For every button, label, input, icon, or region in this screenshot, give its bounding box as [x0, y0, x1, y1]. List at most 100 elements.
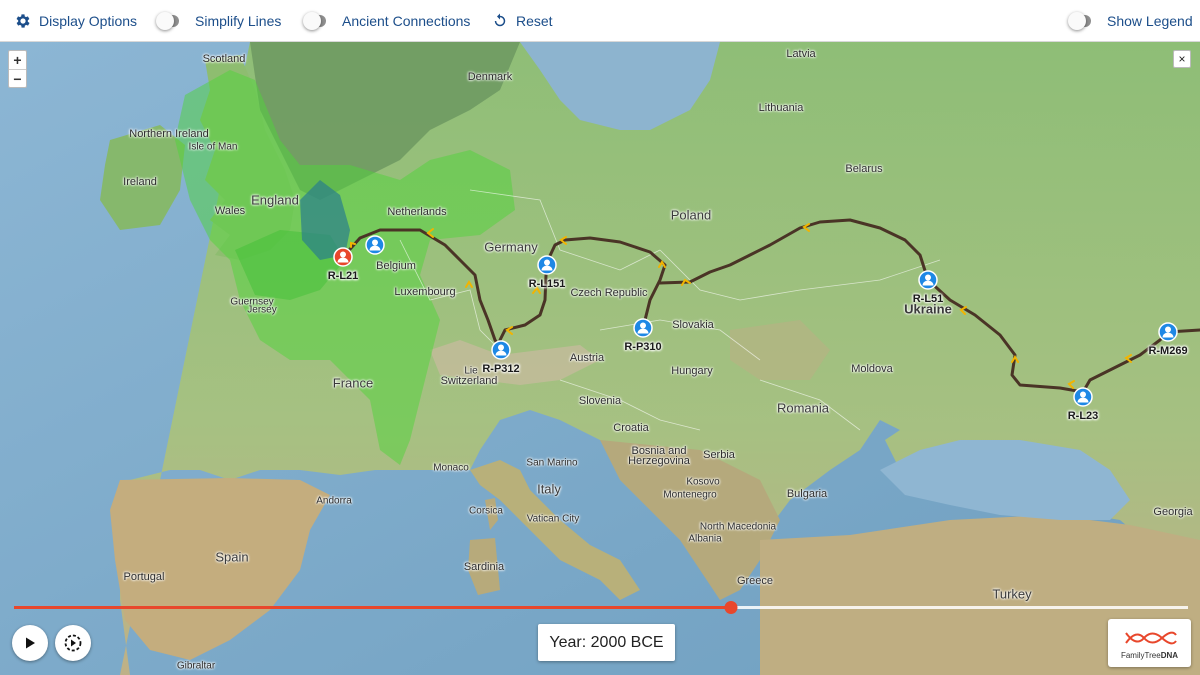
simplify-lines-toggle[interactable]: Simplify Lines [156, 0, 282, 42]
person-icon [1158, 322, 1178, 342]
play-icon [26, 637, 35, 649]
place-scotland: Scotland [202, 53, 246, 65]
marker-label-r-m269: R-M269 [1148, 345, 1188, 357]
marker-r-p312[interactable] [491, 340, 511, 360]
place-slovenia: Slovenia [578, 395, 622, 407]
place-wales: Wales [214, 205, 246, 217]
familytreedna-logo: FamilyTreeDNA [1108, 619, 1191, 667]
place-lithuania: Lithuania [758, 102, 804, 114]
display-options-label: Display Options [39, 13, 138, 29]
marker-r-l151[interactable] [537, 255, 557, 275]
show-legend-label: Show Legend [1107, 13, 1193, 29]
dna-logo-icon [1124, 631, 1177, 644]
reset-icon [494, 13, 506, 27]
place-jersey: Jersey [247, 304, 277, 316]
place-austria: Austria [569, 352, 605, 364]
logo-text-part1: FamilyTree [1120, 650, 1161, 660]
timeline-slider[interactable] [14, 601, 1188, 614]
map-canvas[interactable]: Scotland Denmark Latvia Lithuania Northe… [0, 42, 1200, 675]
logo-text: FamilyTreeDNA [1121, 651, 1178, 660]
place-san-marino: San Marino [526, 457, 578, 469]
toggle-knob [1068, 12, 1086, 30]
marker-label-r-l23: R-L23 [1067, 410, 1099, 422]
place-czech-republic: Czech Republic [570, 287, 648, 299]
ancient-connections-label: Ancient Connections [342, 13, 471, 29]
close-button[interactable]: × [1173, 50, 1191, 68]
place-greece: Greece [736, 575, 774, 587]
place-northern-ireland: Northern Ireland [129, 128, 209, 140]
display-options-button[interactable]: Display Options [14, 0, 137, 42]
person-icon [537, 255, 557, 275]
place-belgium: Belgium [376, 260, 416, 272]
gear-icon [16, 14, 30, 28]
place-slovakia: Slovakia [672, 319, 714, 331]
person-icon [333, 247, 353, 267]
person-icon [491, 340, 511, 360]
place-netherlands: Netherlands [387, 206, 447, 218]
place-moldova: Moldova [851, 363, 893, 375]
toggle-knob [303, 12, 321, 30]
place-poland: Poland [670, 207, 712, 223]
marker-r-l23[interactable] [1073, 387, 1093, 407]
place-germany: Germany [484, 239, 538, 255]
place-latvia: Latvia [786, 48, 816, 60]
marker-r-l21[interactable] [333, 247, 353, 267]
play-button[interactable] [12, 625, 48, 661]
person-icon [365, 235, 385, 255]
place-turkey: Turkey [992, 586, 1032, 602]
timeline-handle[interactable] [724, 601, 738, 614]
marker-label-r-p310: R-P310 [624, 341, 662, 353]
reset-button[interactable]: Reset [491, 0, 553, 42]
place-france: France [332, 375, 374, 391]
marker-r-p310[interactable] [633, 318, 653, 338]
place-georgia: Georgia [1153, 506, 1193, 518]
place-croatia: Croatia [613, 422, 649, 434]
place-kosovo: Kosovo [686, 476, 720, 488]
place-monaco: Monaco [433, 462, 469, 474]
year-display: Year: 2000 BCE [538, 624, 675, 661]
logo-text-part2: DNA [1160, 650, 1179, 660]
place-england: England [251, 192, 299, 208]
show-legend-toggle[interactable]: Show Legend [1068, 0, 1193, 42]
zoom-out-button[interactable]: − [9, 69, 26, 87]
show-legend-switch[interactable] [1068, 12, 1091, 30]
ancient-connections-toggle[interactable]: Ancient Connections [303, 0, 471, 42]
place-switzerland: Switzerland [440, 375, 498, 387]
place-vatican-city: Vatican City [526, 513, 580, 525]
place-hungary: Hungary [671, 365, 713, 377]
place-serbia: Serbia [703, 449, 735, 461]
place-bulgaria: Bulgaria [786, 488, 828, 500]
step-button[interactable] [55, 625, 91, 661]
zoom-control: + − [8, 50, 27, 88]
place-spain: Spain [215, 549, 249, 565]
marker-r-m269[interactable] [1158, 322, 1178, 342]
place-italy: Italy [537, 481, 561, 497]
marker-r-l51[interactable] [918, 270, 938, 290]
place-isle-of-man: Isle of Man [188, 141, 238, 153]
simplify-lines-switch[interactable] [156, 12, 179, 30]
marker-label-r-l151: R-L151 [528, 278, 566, 290]
marker-label-r-l21: R-L21 [327, 270, 359, 282]
place-ireland: Ireland [123, 176, 157, 188]
place-herzegovina: Herzegovina [628, 455, 690, 467]
person-icon [918, 270, 938, 290]
timeline-progress [14, 606, 732, 609]
person-icon [633, 318, 653, 338]
zoom-in-button[interactable]: + [9, 51, 26, 69]
place-luxembourg: Luxembourg [394, 286, 456, 298]
place-portugal: Portugal [123, 571, 165, 583]
place-montenegro: Montenegro [663, 489, 717, 501]
marker-label-r-l51: R-L51 [912, 293, 944, 305]
place-corsica: Corsica [469, 505, 503, 517]
place-belarus: Belarus [845, 163, 883, 175]
marker-belgium[interactable] [365, 235, 385, 255]
toggle-knob [156, 12, 174, 30]
place-denmark: Denmark [467, 71, 513, 83]
place-romania: Romania [776, 400, 830, 416]
place-andorra: Andorra [316, 495, 352, 507]
ancient-connections-switch[interactable] [303, 12, 326, 30]
simplify-lines-label: Simplify Lines [195, 13, 282, 29]
place-albania: Albania [688, 533, 722, 545]
step-icon [64, 634, 82, 652]
place-north-macedonia: North Macedonia [699, 521, 777, 533]
